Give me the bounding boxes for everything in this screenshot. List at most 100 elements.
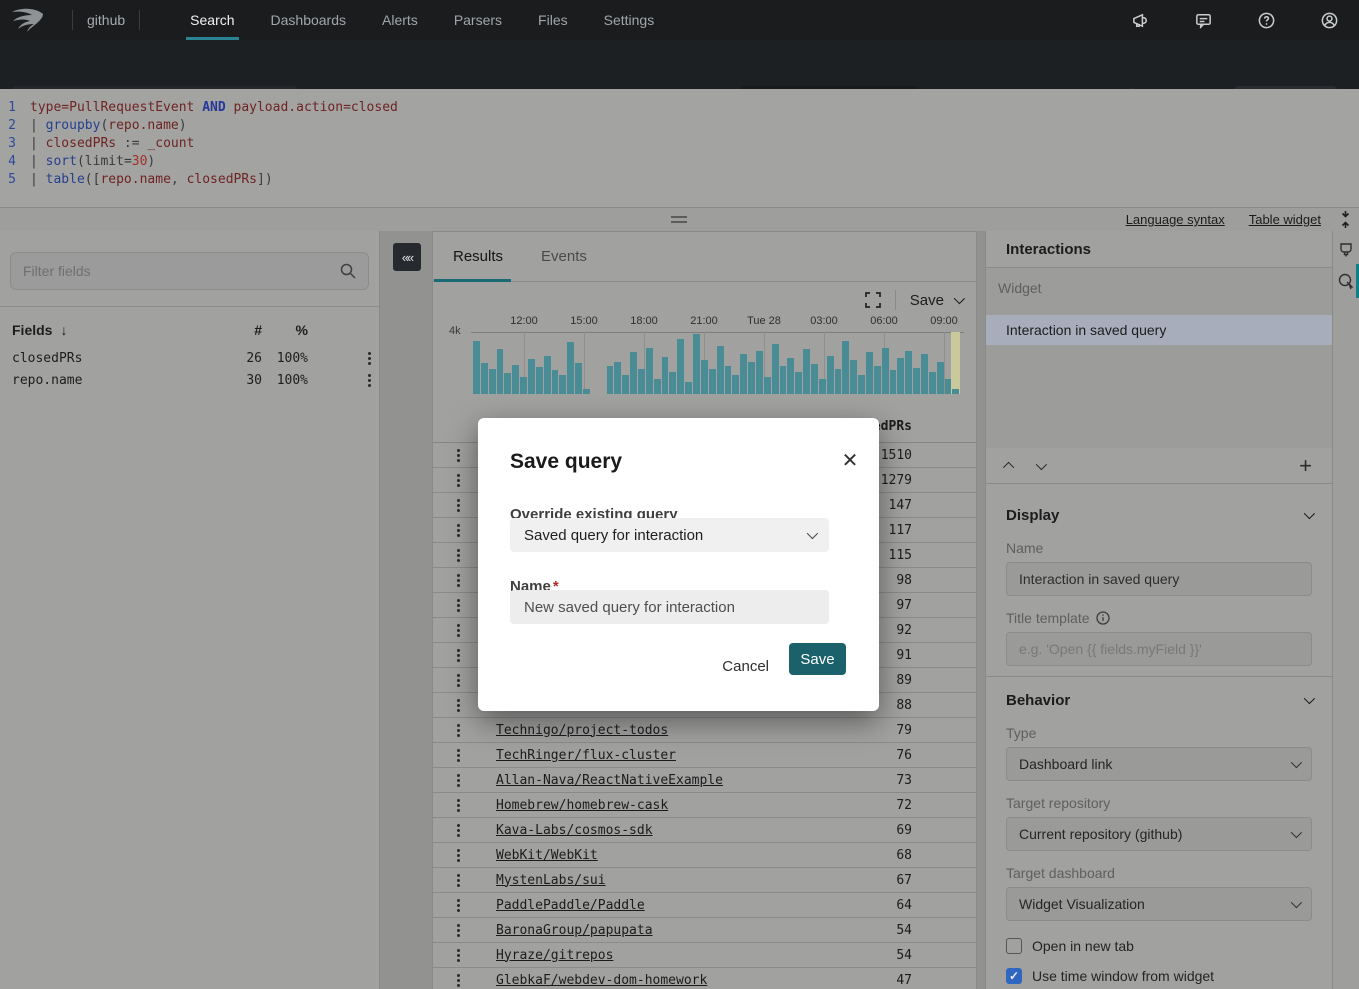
histogram-bar[interactable]: [811, 364, 818, 394]
row-menu-icon[interactable]: [453, 597, 464, 614]
histogram-bar[interactable]: [842, 341, 849, 394]
repo-name-link[interactable]: TechRinger/flux-cluster: [496, 748, 676, 763]
save-dropdown-button[interactable]: Save: [910, 292, 962, 309]
query-line[interactable]: 1type=PullRequestEvent AND payload.actio…: [0, 99, 1359, 117]
repo-name-link[interactable]: BaronaGroup/papupata: [496, 923, 653, 938]
query-name-input[interactable]: [510, 590, 829, 624]
row-menu-icon[interactable]: [453, 472, 464, 489]
field-row-closedPRs[interactable]: closedPRs26100%: [0, 347, 379, 369]
tab-events[interactable]: Events: [541, 248, 587, 265]
histogram-bar[interactable]: [504, 373, 511, 394]
histogram-bar[interactable]: [858, 375, 865, 394]
row-menu-icon[interactable]: [453, 847, 464, 864]
histogram-bar[interactable]: [827, 356, 834, 394]
histogram-bar[interactable]: [795, 372, 802, 394]
nav-tab-settings[interactable]: Settings: [586, 0, 673, 40]
title-template-input[interactable]: e.g. 'Open {{ fields.myField }}': [1006, 632, 1312, 666]
tab-results[interactable]: Results: [453, 248, 503, 265]
language-syntax-link[interactable]: Language syntax: [1126, 212, 1225, 227]
histogram-bar[interactable]: [952, 389, 959, 394]
help-icon[interactable]: [1257, 11, 1276, 30]
row-menu-icon[interactable]: [453, 447, 464, 464]
row-menu-icon[interactable]: [453, 897, 464, 914]
histogram-bar[interactable]: [874, 366, 881, 394]
row-menu-icon[interactable]: [453, 697, 464, 714]
row-menu-icon[interactable]: [453, 872, 464, 889]
field-menu-icon[interactable]: [364, 372, 375, 389]
repo-name-link[interactable]: Kava-Labs/cosmos-sdk: [496, 823, 653, 838]
repo-name-link[interactable]: Technigo/project-todos: [496, 723, 668, 738]
histogram-bar[interactable]: [945, 379, 952, 395]
histogram-bar[interactable]: [709, 369, 716, 394]
nav-tab-files[interactable]: Files: [520, 0, 586, 40]
row-menu-icon[interactable]: [453, 747, 464, 764]
repo-name-link[interactable]: Allan-Nava/ReactNativeExample: [496, 773, 723, 788]
row-menu-icon[interactable]: [453, 547, 464, 564]
info-icon[interactable]: [1096, 611, 1110, 625]
account-icon[interactable]: [1320, 11, 1339, 30]
behavior-section-header[interactable]: Behavior: [986, 679, 1332, 721]
histogram-bar[interactable]: [819, 379, 826, 395]
histogram-bar[interactable]: [473, 341, 480, 394]
display-section-header[interactable]: Display: [986, 494, 1332, 536]
nav-tab-dashboards[interactable]: Dashboards: [253, 0, 365, 40]
histogram-bar[interactable]: [764, 377, 771, 394]
histogram-bar[interactable]: [803, 349, 810, 394]
row-menu-icon[interactable]: [453, 722, 464, 739]
histogram-bar[interactable]: [756, 351, 763, 394]
histogram-bar[interactable]: [528, 359, 535, 394]
histogram-bar[interactable]: [669, 372, 676, 394]
row-menu-icon[interactable]: [453, 497, 464, 514]
interactions-panel-icon[interactable]: [1338, 273, 1354, 289]
collapse-fields-panel-button[interactable]: ««: [393, 243, 421, 271]
nav-tab-parsers[interactable]: Parsers: [436, 0, 520, 40]
row-menu-icon[interactable]: [453, 772, 464, 789]
field-row-repo.name[interactable]: repo.name30100%: [0, 369, 379, 391]
histogram-bar[interactable]: [489, 369, 496, 394]
repo-name-link[interactable]: PaddlePaddle/Paddle: [496, 898, 645, 913]
histogram-bar[interactable]: [646, 348, 653, 395]
table-widget-link[interactable]: Table widget: [1249, 212, 1321, 227]
open-in-new-tab-checkbox[interactable]: [1006, 938, 1022, 954]
repo-name-link[interactable]: Hyraze/gitrepos: [496, 948, 613, 963]
row-menu-icon[interactable]: [453, 672, 464, 689]
row-menu-icon[interactable]: [453, 822, 464, 839]
histogram-bar[interactable]: [693, 334, 700, 394]
save-button[interactable]: Save: [789, 643, 846, 675]
repo-name-link[interactable]: GlebkaF/webdev-dom-homework: [496, 973, 707, 988]
histogram-bar[interactable]: [536, 367, 543, 394]
target-dashboard-select[interactable]: Widget Visualization: [1006, 887, 1312, 921]
histogram-bar[interactable]: [567, 342, 574, 394]
histogram-bar[interactable]: [630, 352, 637, 394]
move-up-icon[interactable]: [1003, 461, 1014, 472]
query-line[interactable]: 3| closedPRs := _count: [0, 135, 1359, 153]
histogram-bar[interactable]: [725, 366, 732, 394]
histogram-bar[interactable]: [677, 339, 684, 394]
histogram-bar[interactable]: [614, 362, 621, 394]
repo-name-link[interactable]: WebKit/WebKit: [496, 848, 598, 863]
query-line[interactable]: 2| groupby(repo.name): [0, 117, 1359, 135]
histogram-bar[interactable]: [732, 375, 739, 394]
histogram-bar[interactable]: [929, 372, 936, 394]
repo-name-link[interactable]: Homebrew/homebrew-cask: [496, 798, 668, 813]
histogram-bar[interactable]: [559, 375, 566, 394]
histogram-bar[interactable]: [780, 366, 787, 394]
histogram-bar[interactable]: [717, 346, 724, 394]
interaction-name-input[interactable]: Interaction in saved query: [1006, 562, 1312, 596]
add-interaction-button[interactable]: +: [1299, 457, 1312, 475]
announcements-icon[interactable]: [1131, 11, 1150, 30]
row-menu-icon[interactable]: [453, 922, 464, 939]
collapse-sidebar-icon[interactable]: [1338, 211, 1353, 228]
query-editor[interactable]: 1type=PullRequestEvent AND payload.actio…: [0, 89, 1359, 207]
type-select[interactable]: Dashboard link: [1006, 747, 1312, 781]
field-menu-icon[interactable]: [364, 350, 375, 367]
row-menu-icon[interactable]: [453, 647, 464, 664]
fullscreen-icon[interactable]: [865, 292, 881, 308]
histogram-bar[interactable]: [607, 366, 614, 394]
histogram-bar[interactable]: [913, 368, 920, 394]
histogram-bar[interactable]: [638, 369, 645, 394]
histogram-bar[interactable]: [748, 362, 755, 394]
histogram-bar[interactable]: [497, 349, 504, 394]
histogram-bar[interactable]: [835, 369, 842, 394]
override-query-select[interactable]: Saved query for interaction: [510, 518, 829, 552]
